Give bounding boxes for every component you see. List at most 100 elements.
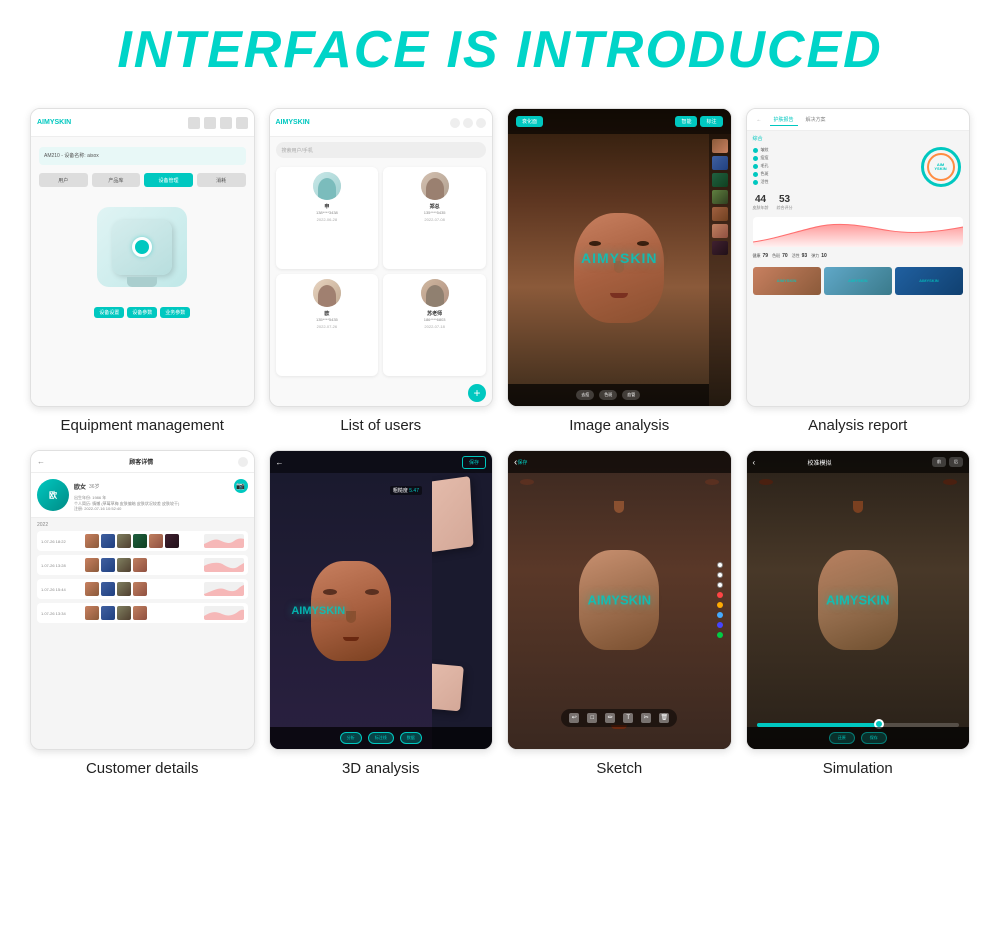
btn-device-settings[interactable]: 设备设置 — [94, 307, 124, 318]
btn-device-params[interactable]: 设备参数 — [127, 307, 157, 318]
user-avatar-2 — [313, 279, 341, 307]
caption-report: Analysis report — [808, 417, 907, 434]
user-name-0: 申 — [324, 203, 329, 210]
ia-btn-acne[interactable]: 去痘 — [576, 390, 594, 400]
cd-back-icon[interactable]: ← — [37, 457, 45, 466]
ul-nav-icons — [450, 118, 486, 128]
sk-tool-pen[interactable]: ✏ — [605, 713, 615, 723]
eq-tab-users[interactable]: 用户 — [39, 173, 88, 187]
cd-delete-icon[interactable] — [238, 457, 248, 467]
btn-biz-params[interactable]: 业务参数 — [160, 307, 190, 318]
sk-dot-lightblue[interactable] — [717, 612, 723, 618]
sk-dot-green[interactable] — [717, 632, 723, 638]
ar-item-acne: 痘痘 — [753, 155, 915, 161]
sk-save-button[interactable]: 保存 — [517, 459, 527, 466]
user-date-3: 2022-07-18 — [424, 324, 444, 329]
eq-tab-products[interactable]: 产品库 — [92, 173, 141, 187]
user-avatar-1 — [421, 172, 449, 200]
cd-session-2[interactable]: 1.07-26 15:44 — [37, 579, 248, 599]
ia-btn-spots[interactable]: 色斑 — [599, 390, 617, 400]
user-card-1[interactable]: 郑总 135****5435 2022-07-08 — [383, 167, 486, 269]
user-phone-2: 135****5435 — [316, 317, 338, 322]
ia-btn-mode[interactable]: 衰化面 — [516, 116, 543, 127]
ar-skin-age-score: 44 皮肤年龄 — [753, 194, 769, 211]
cd-session-3[interactable]: 1.07-26 13:34 — [37, 603, 248, 623]
ia-btn-annotate[interactable]: 标注 — [700, 116, 722, 127]
user-card-2[interactable]: 欧 135****5435 2022-07-26 — [276, 274, 379, 376]
device-body — [112, 220, 172, 275]
sim-back-icon[interactable]: ‹ — [753, 458, 756, 467]
ar-tab-skin[interactable]: 护肤报告 — [770, 114, 798, 126]
cd-session-0[interactable]: 1.07-26 18:22 — [37, 531, 248, 551]
ar-tab-solution[interactable]: 解决方案 — [802, 114, 830, 125]
ar-top-bar: ← 护肤报告 解决方案 — [747, 109, 970, 131]
ia-side-img-0[interactable] — [712, 139, 728, 153]
ar-combined-label: 综合 — [753, 135, 964, 142]
td-btn-data[interactable]: 数据 — [400, 732, 422, 744]
ia-side-img-6[interactable] — [712, 241, 728, 255]
cd-info: 欧女 36岁 📷 出生年份: 1986 年 个人简历: 情懒 (草莓草梅 皮肤偏… — [74, 479, 248, 511]
sim-face-area: AIMYSKIN — [747, 451, 970, 748]
eq-tabs: 用户 产品库 设备管理 消耗 — [39, 173, 246, 187]
sk-dot-orange[interactable] — [717, 602, 723, 608]
user-cards-grid: 申 138****3438 2022-06-28 郑总 135****5435 … — [270, 163, 493, 380]
ar-skin-chart — [753, 217, 964, 247]
sk-dot-red[interactable] — [717, 592, 723, 598]
sim-btn-save[interactable]: 保存 — [861, 732, 887, 744]
cd-year: 2022 — [37, 522, 248, 528]
ia-side-img-5[interactable] — [712, 224, 728, 238]
grid-item-simulation: ‹ 校准模拟 前 后 AIM — [746, 450, 971, 776]
cd-camera-icon[interactable]: 📷 — [234, 479, 248, 493]
sk-tool-undo[interactable]: ↩ — [569, 713, 579, 723]
add-user-fab[interactable]: + — [468, 384, 486, 402]
eq-tab-consume[interactable]: 消耗 — [197, 173, 246, 187]
page-container: INTERFACE IS INTRODUCED AIMYSKIN — [0, 0, 1000, 935]
td-btn-analysis[interactable]: 分析 — [340, 732, 362, 744]
cd-session-1[interactable]: 1.07-26 13:28 — [37, 555, 248, 575]
td-save-button[interactable]: 保存 — [462, 456, 486, 469]
sk-dot-white2[interactable] — [717, 572, 723, 578]
sk-tool-crop[interactable]: ✂ — [641, 713, 651, 723]
sk-dot-white3[interactable] — [717, 582, 723, 588]
sk-tool-delete[interactable]: 🗑 — [659, 713, 669, 723]
td-face-area: AIMYSKIN — [270, 473, 433, 748]
caption-customer: Customer details — [86, 760, 199, 777]
sk-tool-text[interactable]: T — [623, 713, 633, 723]
ia-side-img-4[interactable] — [712, 207, 728, 221]
sk-dot-white[interactable] — [717, 562, 723, 568]
ar-score-ring: AIMYSKIN — [918, 147, 963, 187]
sim-mode-buttons: 前 后 — [932, 457, 963, 467]
sim-title: 校准模拟 — [807, 458, 831, 467]
ia-side-img-2[interactable] — [712, 173, 728, 187]
device-image-container — [97, 207, 187, 287]
ar-skin-items: 皱纹 痘痘 毛孔 色斑 — [753, 147, 915, 185]
search-placeholder: 搜索用户/手机 — [282, 147, 313, 154]
user-avatar-0 — [313, 172, 341, 200]
sim-btn-restore[interactable]: 还原 — [829, 732, 855, 744]
ar-stats-row: 健康 79 色斑 70 活性 93 — [753, 253, 964, 259]
ia-btn-vessels[interactable]: 血管 — [622, 390, 640, 400]
user-search-bar[interactable]: 搜索用户/手机 — [276, 142, 487, 158]
sk-dot-blue[interactable] — [717, 622, 723, 628]
ia-side-img-1[interactable] — [712, 156, 728, 170]
sk-tools-bar: ↩ □ ✏ T ✂ 🗑 — [561, 709, 677, 727]
caption-equipment: Equipment management — [61, 417, 224, 434]
td-scene: 粗糙度 5.47 AIMYSKIN — [270, 451, 493, 748]
sim-btn-after[interactable]: 后 — [949, 457, 963, 467]
caption-users: List of users — [340, 417, 421, 434]
ar-thumb-normal[interactable]: AIMYSKIN — [753, 267, 821, 295]
eq-brand: AIMYSKIN — [37, 119, 71, 126]
td-back-icon[interactable]: ← — [276, 458, 284, 467]
user-phone-3: 186****6803 — [424, 317, 446, 322]
ar-thumb-uv[interactable]: AIMYSKIN — [895, 267, 963, 295]
td-btn-lines[interactable]: 标注线 — [368, 732, 394, 744]
eq-tab-device[interactable]: 设备管理 — [144, 173, 193, 187]
sim-btn-before[interactable]: 前 — [932, 457, 946, 467]
ar-inner-ring: AIMYSKIN — [927, 153, 955, 181]
ar-thumb-blue[interactable]: AIMYSKIN — [824, 267, 892, 295]
user-card-3[interactable]: 苏老师 186****6803 2022-07-18 — [383, 274, 486, 376]
ia-btn-smart[interactable]: 智能 — [675, 116, 697, 127]
sk-tool-rect[interactable]: □ — [587, 713, 597, 723]
ia-side-img-3[interactable] — [712, 190, 728, 204]
user-card-0[interactable]: 申 138****3438 2022-06-28 — [276, 167, 379, 269]
